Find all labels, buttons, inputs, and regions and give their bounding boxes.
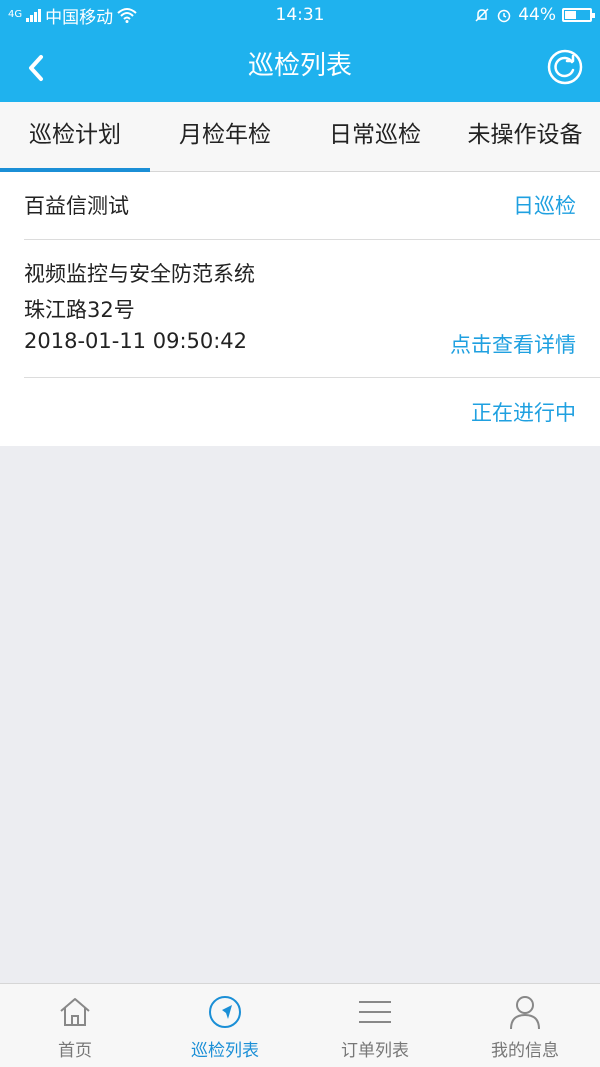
- list-icon: [359, 1001, 391, 1023]
- nav-inspection-list[interactable]: 巡检列表: [150, 984, 300, 1067]
- battery-icon: [562, 8, 595, 22]
- tab-daily-inspection[interactable]: 日常巡检: [300, 102, 450, 171]
- page-title: 巡检列表: [247, 51, 352, 81]
- carrier-name: 中国移动: [45, 7, 114, 28]
- datetime-row: 2018-01-11 09:50:42 点击查看详情: [24, 329, 576, 357]
- bell-muted-icon: [475, 8, 489, 22]
- wifi-icon: [117, 8, 137, 23]
- nav-home-label: 首页: [58, 1041, 92, 1061]
- signal-icon: [26, 8, 42, 22]
- network-type: 4G: [8, 9, 23, 20]
- inspection-type-badge: 日巡检: [513, 194, 576, 218]
- refresh-button[interactable]: [546, 48, 584, 86]
- nav-order-list[interactable]: 订单列表: [300, 984, 450, 1067]
- inspection-datetime: 2018-01-11 09:50:42: [24, 329, 248, 353]
- alarm-icon: [497, 9, 511, 23]
- nav-order-list-label: 订单列表: [341, 1041, 409, 1061]
- card-header-row: 百益信测试 日巡检: [24, 190, 576, 220]
- status-label: 正在进行中: [471, 401, 576, 425]
- navigation-icon: [209, 996, 241, 1028]
- address: 珠江路32号: [24, 298, 135, 322]
- status-right: 44%: [474, 0, 595, 30]
- tab-inspection-plan[interactable]: 巡检计划: [0, 102, 150, 172]
- tab-bar: 巡检计划 月检年检 日常巡检 未操作设备: [0, 102, 600, 172]
- home-icon: [60, 998, 90, 1026]
- user-icon: [510, 996, 540, 1030]
- battery-percent: 44%: [518, 5, 556, 25]
- view-details-link[interactable]: 点击查看详情: [450, 329, 576, 359]
- status-bar: 4G 中国移动 14:31 44%: [0, 0, 600, 30]
- inspection-name: 百益信测试: [24, 194, 129, 218]
- nav-home[interactable]: 首页: [0, 984, 150, 1067]
- divider: [24, 239, 600, 240]
- nav-my-info[interactable]: 我的信息: [450, 984, 600, 1067]
- nav-inspection-list-label: 巡检列表: [191, 1041, 259, 1061]
- inspection-card[interactable]: 百益信测试 日巡检 视频监控与安全防范系统 珠江路32号 2018-01-11 …: [0, 172, 600, 446]
- tab-monthly-yearly[interactable]: 月检年检: [150, 102, 300, 171]
- status-left: 4G 中国移动: [8, 0, 137, 30]
- system-name: 视频监控与安全防范系统: [24, 262, 255, 286]
- bottom-nav: 首页 巡检列表 订单列表 我的信息: [0, 983, 600, 1067]
- divider: [24, 377, 600, 378]
- nav-my-info-label: 我的信息: [491, 1041, 559, 1061]
- tab-unoperated-devices[interactable]: 未操作设备: [450, 102, 600, 171]
- header: 巡检列表: [0, 30, 600, 102]
- refresh-icon: [547, 49, 583, 85]
